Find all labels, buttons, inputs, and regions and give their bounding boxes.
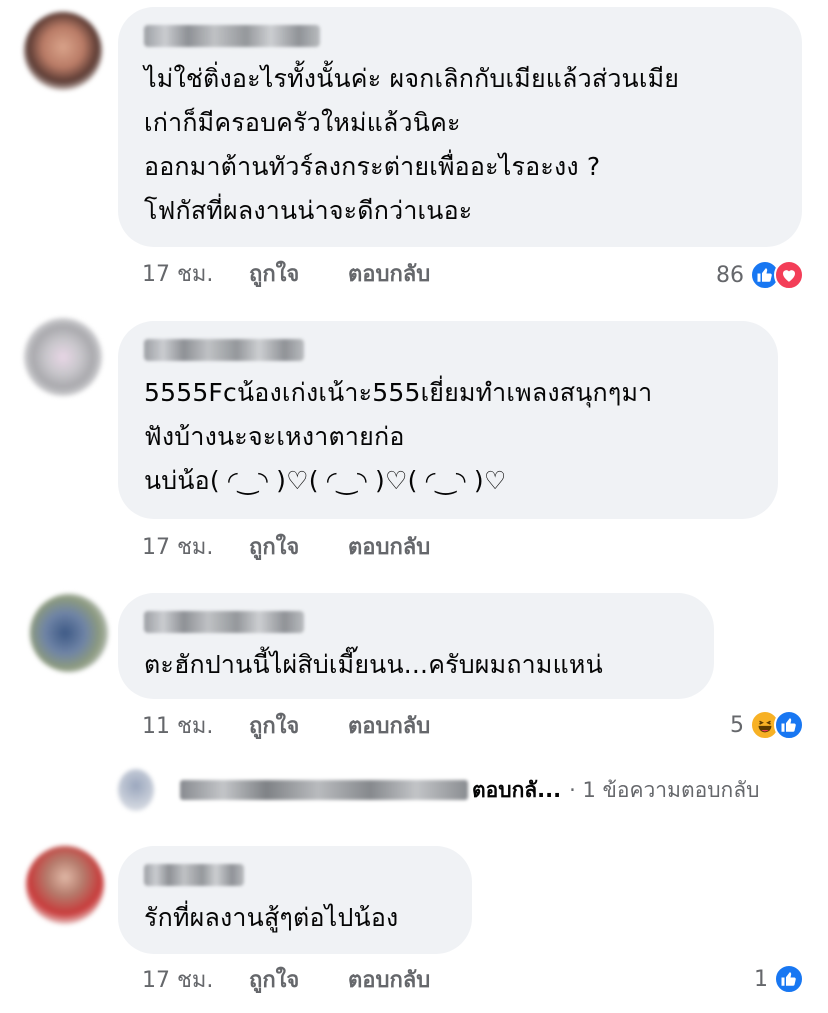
comment-text: ตะฮักปานนี้ไผ่สิบ่เมี๊ยนน...ครับผมถามแหน…	[144, 643, 688, 687]
reply-avatar	[118, 769, 154, 811]
comment-meta: 17 ชม. ถูกใจ ตอบกลับ	[142, 533, 430, 563]
comment-timestamp[interactable]: 11 ชม.	[142, 712, 242, 742]
comment-bubble: รักที่ผลงานสู้ๆต่อไปน้อง	[118, 846, 472, 954]
reaction-count: 5	[730, 712, 744, 738]
love-icon	[774, 260, 804, 290]
comment-timestamp[interactable]: 17 ชม.	[142, 966, 242, 996]
comment-line: 5555Fcน้องเก่งเน้าะ555เยี่ยมทำเพลงสนุกๆม…	[144, 378, 653, 407]
commenter-name-blurred[interactable]	[144, 864, 244, 886]
commenter-avatar[interactable]	[24, 12, 102, 90]
comment-line: เก่าก็มีครอบครัวใหม่แล้วนิคะ	[144, 108, 461, 137]
like-link[interactable]: ถูกใจ	[249, 712, 341, 742]
comment-bubble: ไม่ใช่ติ่งอะไรทั้งนั้นค่ะ ผจกเลิกกับเมีย…	[118, 7, 802, 247]
comment-text: รักที่ผลงานสู้ๆต่อไปน้อง	[144, 896, 446, 940]
like-link[interactable]: ถูกใจ	[249, 966, 341, 996]
commenter-name-blurred[interactable]	[144, 25, 320, 47]
reaction-count: 1	[754, 966, 768, 992]
like-icon	[774, 964, 804, 994]
comment-line: ตะฮักปานนี้ไผ่สิบ่เมี๊ยนน...ครับผมถามแหน…	[144, 650, 603, 679]
comment-timestamp[interactable]: 17 ชม.	[142, 260, 242, 290]
comment-line: นบ่น้อ( ◜‿◝ )♡( ◜‿◝ )♡( ◜‿◝ )♡	[144, 466, 507, 495]
like-link[interactable]: ถูกใจ	[249, 533, 341, 563]
comment-meta: 17 ชม. ถูกใจ ตอบกลับ	[142, 966, 430, 996]
comment-text: 5555Fcน้องเก่งเน้าะ555เยี่ยมทำเพลงสนุกๆม…	[144, 371, 752, 503]
reply-author-name-blurred	[180, 780, 468, 800]
commenter-avatar[interactable]	[30, 594, 108, 672]
reaction-summary[interactable]: 1	[754, 962, 804, 996]
comment-timestamp[interactable]: 17 ชม.	[142, 533, 242, 563]
comment-text: ไม่ใช่ติ่งอะไรทั้งนั้นค่ะ ผจกเลิกกับเมีย…	[144, 57, 776, 233]
comment-line: ฟังบ้างนะจะเหงาตายก่อ	[144, 422, 405, 451]
reaction-count: 86	[716, 262, 744, 288]
reply-thread-row[interactable]: ตอบกลั... · 1 ข้อความตอบกลับ	[118, 766, 759, 814]
comment-meta: 17 ชม. ถูกใจ ตอบกลับ	[142, 260, 430, 290]
like-link[interactable]: ถูกใจ	[249, 260, 341, 290]
reply-link[interactable]: ตอบกลับ	[348, 712, 430, 742]
reaction-summary[interactable]: 86	[716, 258, 804, 292]
comment-meta: 11 ชม. ถูกใจ ตอบกลับ	[142, 712, 430, 742]
commenter-name-blurred[interactable]	[144, 611, 304, 633]
reply-thread-label[interactable]: ตอบกลั...	[472, 774, 561, 807]
commenter-name-blurred[interactable]	[144, 339, 304, 361]
commenter-avatar[interactable]	[24, 318, 102, 396]
comment-line: ไม่ใช่ติ่งอะไรทั้งนั้นค่ะ ผจกเลิกกับเมีย…	[144, 64, 680, 93]
like-icon	[774, 710, 804, 740]
commenter-avatar[interactable]	[26, 846, 104, 924]
comment-line: โฟกัสที่ผลงานน่าจะดีกว่าเนอะ	[144, 196, 473, 225]
reply-link[interactable]: ตอบกลับ	[348, 260, 430, 290]
comment-bubble: ตะฮักปานนี้ไผ่สิบ่เมี๊ยนน...ครับผมถามแหน…	[118, 593, 714, 699]
comment-line: รักที่ผลงานสู้ๆต่อไปน้อง	[144, 903, 399, 932]
reply-link[interactable]: ตอบกลับ	[348, 966, 430, 996]
comment-line: ออกมาต้านทัวร์ลงกระต่ายเพื่ออะไรอะงง ?	[144, 152, 601, 181]
reply-link[interactable]: ตอบกลับ	[348, 533, 430, 563]
reply-thread-summary[interactable]: · 1 ข้อความตอบกลับ	[569, 774, 759, 807]
comment-bubble: 5555Fcน้องเก่งเน้าะ555เยี่ยมทำเพลงสนุกๆม…	[118, 321, 778, 519]
reaction-summary[interactable]: 5	[730, 708, 804, 742]
